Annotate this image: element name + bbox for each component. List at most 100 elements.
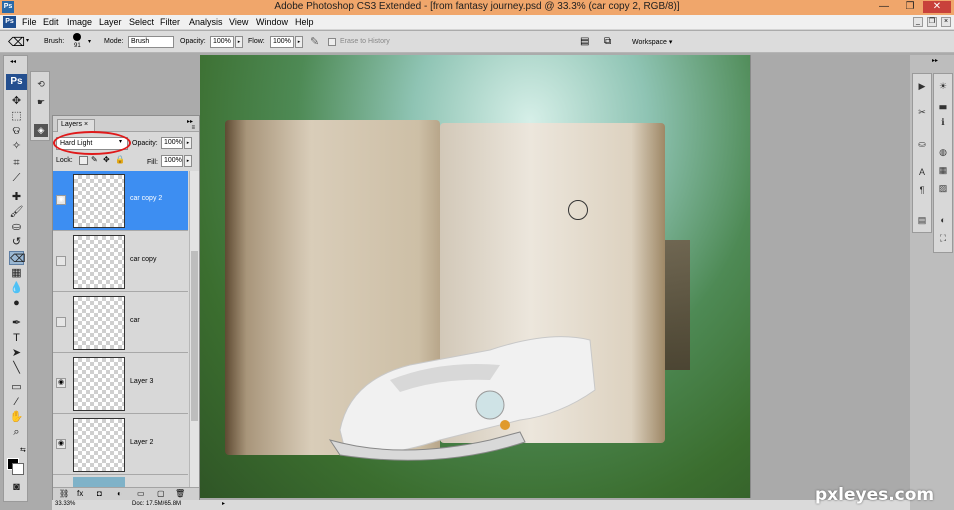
layer-opacity-arrow-icon[interactable]: ▸ (184, 137, 192, 149)
tool-presets-panel-icon[interactable]: ✂ (915, 106, 929, 119)
quick-mask-icon[interactable]: ◙ (9, 480, 24, 494)
opacity-slider-arrow-icon[interactable]: ▸ (235, 36, 243, 48)
magic-wand-tool-icon[interactable]: ✧ (9, 139, 24, 153)
dodge-tool-icon[interactable]: ● (9, 296, 24, 310)
eraser-tool-active-icon[interactable]: ⌫ (9, 251, 26, 265)
workspace-menu[interactable]: Workspace ▾ (632, 38, 672, 46)
toolbox-collapse-icon[interactable]: ◂◂ (10, 58, 16, 65)
bridge-icon[interactable]: ⧉ (604, 36, 611, 47)
minimize-icon[interactable]: — (874, 1, 894, 13)
visibility-eye-icon[interactable]: ◉ (56, 195, 66, 205)
visibility-eye-icon[interactable]: ◉ (56, 378, 66, 388)
color-panel-icon[interactable]: ◍ (936, 146, 950, 159)
eraser-tool-icon[interactable]: ⌫ (8, 35, 25, 49)
lock-position-icon[interactable]: ✥ (103, 155, 110, 164)
info-circle-icon[interactable]: ℹ (936, 116, 950, 129)
move-tool-icon[interactable]: ✥ (9, 94, 24, 108)
delete-layer-icon[interactable]: 🗑 (175, 489, 185, 498)
close-icon[interactable]: ✕ (923, 1, 951, 13)
layers-scrollbar[interactable] (189, 171, 199, 487)
panel-collapse-icon[interactable]: ▸▸ (187, 118, 193, 125)
layer-style-icon[interactable]: fx (77, 489, 83, 498)
menu-view[interactable]: View (229, 17, 248, 27)
background-color-swatch[interactable] (12, 463, 24, 475)
zoom-tool-icon[interactable]: ⌕ (9, 425, 24, 439)
visibility-toggle[interactable] (56, 317, 66, 327)
new-layer-icon[interactable]: ▢ (157, 489, 165, 498)
lock-pixels-icon[interactable]: ✎ (91, 155, 98, 164)
menu-image[interactable]: Image (67, 17, 92, 27)
fill-arrow-icon[interactable]: ▸ (184, 155, 192, 167)
status-menu-arrow-icon[interactable]: ▸ (222, 500, 225, 507)
zoom-level[interactable]: 33.33% (55, 501, 75, 507)
link-layers-icon[interactable]: ⛓ (59, 489, 69, 498)
new-group-icon[interactable]: ▭ (137, 489, 145, 498)
pen-tool-icon[interactable]: ✒ (9, 316, 24, 330)
fill-input[interactable]: 100% (161, 155, 183, 167)
actions-panel-icon[interactable]: ☛ (34, 96, 48, 109)
gradient-tool-icon[interactable]: ▦ (9, 266, 24, 280)
palette-well-icon[interactable]: ▤ (580, 36, 589, 47)
airbrush-icon[interactable]: ✎ (310, 35, 319, 48)
menu-layer[interactable]: Layer (99, 17, 122, 27)
adjustment-layer-icon[interactable]: ◐ (117, 489, 122, 498)
history-panel-icon[interactable]: ⟲ (34, 78, 48, 91)
swatches-panel-icon[interactable]: ▦ (936, 164, 950, 177)
mode-select[interactable]: Brush (128, 36, 174, 48)
lasso-tool-icon[interactable]: ଡ (9, 124, 24, 138)
doc-minimize-icon[interactable]: _ (913, 17, 923, 27)
marquee-tool-icon[interactable]: ⬚ (9, 109, 24, 123)
history-brush-tool-icon[interactable]: ↺ (9, 235, 24, 249)
layer-row-car-copy[interactable]: car copy (53, 232, 188, 292)
lock-all-icon[interactable]: 🔒 (115, 155, 125, 164)
notes-panel-icon[interactable]: ▤ (915, 214, 929, 227)
menu-analysis[interactable]: Analysis (189, 17, 223, 27)
visibility-toggle[interactable] (56, 256, 66, 266)
styles-panel-icon[interactable]: ▨ (936, 182, 950, 195)
layer-row-car-copy-2[interactable]: ◉ car copy 2 (53, 171, 188, 231)
path-selection-tool-icon[interactable]: ➤ (9, 346, 24, 360)
menu-select[interactable]: Select (129, 17, 154, 27)
blur-tool-icon[interactable]: 💧 (9, 281, 24, 295)
info-panel-icon[interactable]: ▃ (936, 98, 950, 111)
dock-collapse-icon[interactable]: ▸▸ (932, 57, 938, 64)
maximize-icon[interactable]: ❐ (899, 1, 921, 13)
swap-colors-icon[interactable]: ⇆ (20, 446, 26, 454)
hand-tool-icon[interactable]: ✋ (9, 410, 24, 424)
erase-history-checkbox[interactable] (328, 38, 336, 46)
clone-source-panel-icon[interactable]: ⛀ (915, 138, 929, 151)
panel-menu-icon[interactable]: ≡ (191, 125, 195, 131)
notes-tool-icon[interactable]: ▭ (9, 380, 24, 394)
menu-filter[interactable]: Filter (160, 17, 180, 27)
eyedropper-tool-icon[interactable]: ⁄ (9, 395, 24, 409)
tool-preset-arrow-icon[interactable]: ▾ (26, 37, 29, 44)
layer-row-layer-3[interactable]: ◉ Layer 3 (53, 354, 188, 414)
visibility-eye-icon[interactable]: ◉ (56, 439, 66, 449)
menu-window[interactable]: Window (256, 17, 288, 27)
doc-close-icon[interactable]: × (941, 17, 951, 27)
lock-transparency-icon[interactable] (79, 156, 88, 165)
menu-help[interactable]: Help (295, 17, 314, 27)
slice-tool-icon[interactable]: ⟋ (9, 171, 24, 185)
healing-brush-tool-icon[interactable]: ✚ (9, 190, 24, 204)
scrollbar-thumb[interactable] (191, 251, 198, 421)
brush-picker-arrow-icon[interactable]: ▾ (88, 38, 91, 45)
flow-input[interactable]: 100% (270, 36, 294, 48)
paragraph-panel-icon[interactable]: ¶ (915, 184, 929, 197)
character-panel-icon[interactable]: A (915, 166, 929, 179)
crop-tool-icon[interactable]: ⌗ (9, 156, 24, 170)
brush-tool-icon[interactable]: 🖌 (9, 205, 24, 219)
layers-panel-icon[interactable]: ◈ (34, 124, 48, 137)
layer-opacity-input[interactable]: 100% (161, 137, 183, 149)
layer-row-car[interactable]: car (53, 293, 188, 353)
flow-slider-arrow-icon[interactable]: ▸ (295, 36, 303, 48)
brush-tip-icon[interactable] (73, 33, 81, 41)
channels-panel-icon[interactable]: ◐ (936, 214, 950, 227)
doc-restore-icon[interactable]: ❐ (927, 17, 937, 27)
opacity-input[interactable]: 100% (210, 36, 234, 48)
document-canvas[interactable] (200, 55, 750, 498)
clone-stamp-tool-icon[interactable]: ⛀ (9, 220, 24, 234)
layer-row-layer-2[interactable]: ◉ Layer 2 (53, 415, 188, 475)
photoshop-menu-icon[interactable]: Ps (3, 16, 16, 28)
menu-file[interactable]: File (22, 17, 37, 27)
